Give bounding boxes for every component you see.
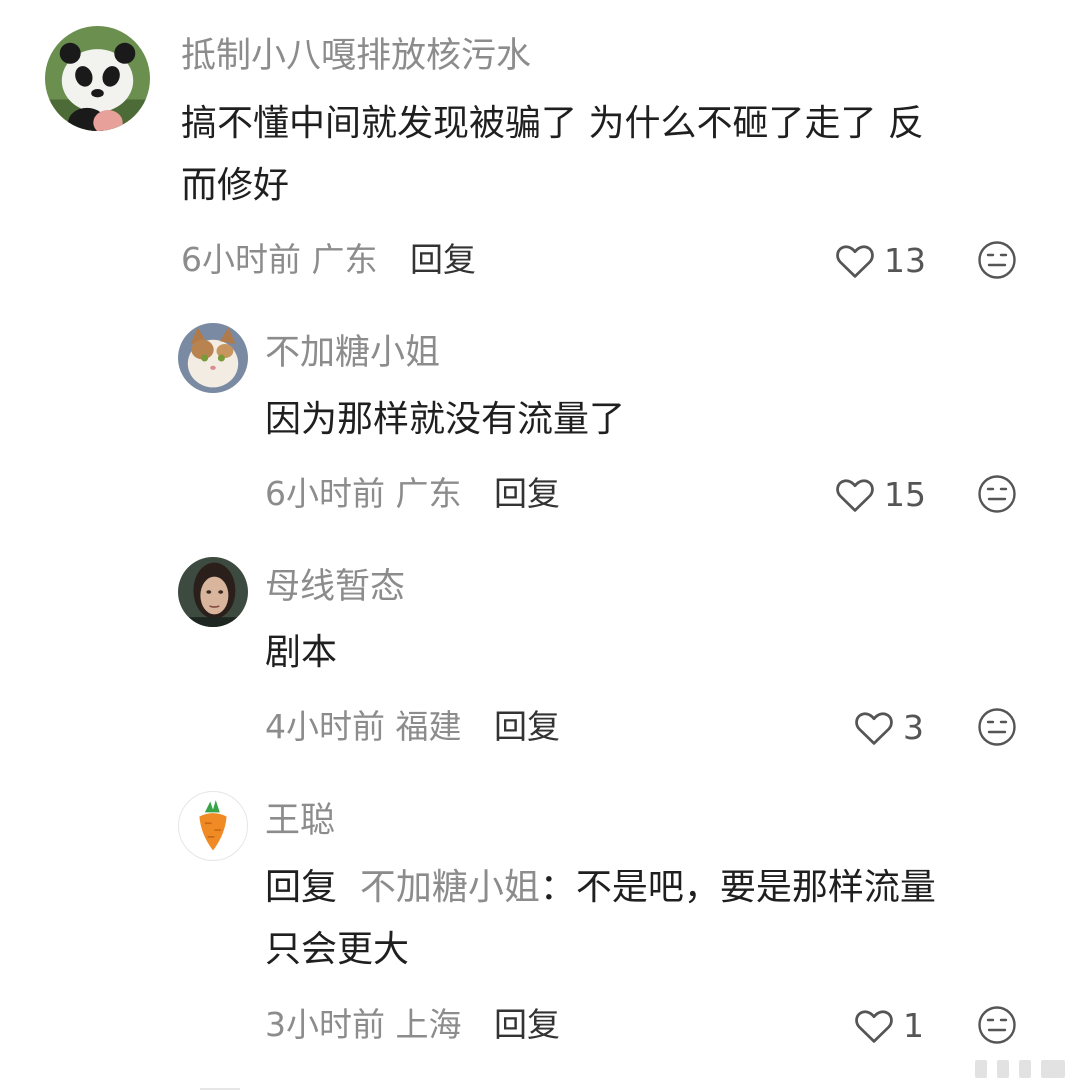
neutral-face-icon <box>978 1006 1016 1044</box>
like-count: 15 <box>884 474 926 514</box>
dislike-button[interactable] <box>977 1005 1017 1045</box>
comment-text-line: 而修好 <box>181 165 290 206</box>
comment-text-fragment: ：不是吧，要是那样流量 <box>539 867 936 908</box>
comment-text: 回复 不加糖小姐：不是吧，要是那样流量 只会更大 <box>265 857 1045 981</box>
comment-text-line: 只会更大 <box>265 929 410 970</box>
like-count: 3 <box>903 707 924 747</box>
dislike-button[interactable] <box>977 240 1017 280</box>
reply-button[interactable]: 回复 <box>494 707 560 746</box>
username[interactable]: 王聪 <box>265 801 335 841</box>
heart-outline-icon <box>855 712 893 745</box>
carrot-avatar-icon[interactable] <box>178 791 248 861</box>
dislike-button[interactable] <box>977 707 1017 747</box>
timestamp: 6小时前 <box>265 474 385 513</box>
like-button[interactable]: 1 <box>853 1005 924 1045</box>
comment-text-line: 剧本 <box>265 632 338 673</box>
neutral-face-icon <box>978 241 1016 279</box>
reply-button[interactable]: 回复 <box>494 1005 560 1044</box>
timestamp: 3小时前 <box>265 1005 385 1044</box>
panda-avatar-icon[interactable] <box>45 26 150 131</box>
like-button[interactable]: 13 <box>834 240 926 280</box>
location: 上海 <box>395 1005 462 1044</box>
like-count: 13 <box>884 240 926 280</box>
location: 福建 <box>395 707 462 746</box>
reply-button[interactable]: 回复 <box>494 474 560 513</box>
reply-target-username[interactable]: 不加糖小姐 <box>360 867 540 908</box>
neutral-face-icon <box>978 708 1016 746</box>
location: 广东 <box>311 240 378 279</box>
reply-prefix: 回复 <box>265 867 338 908</box>
reply-button[interactable]: 回复 <box>410 240 476 279</box>
timestamp: 4小时前 <box>265 707 385 746</box>
comment-text-line: 搞不懂中间就发现被骗了 为什么不砸了走了 反 <box>181 103 924 144</box>
timestamp: 6小时前 <box>181 240 301 279</box>
like-count: 1 <box>903 1005 924 1045</box>
cat-avatar-icon[interactable] <box>178 323 248 393</box>
comment-meta: 6小时前 广东 回复 <box>181 240 476 280</box>
heart-outline-icon <box>855 1010 893 1043</box>
username[interactable]: 抵制小八嘎排放核污水 <box>181 36 531 76</box>
weibo-watermark <box>969 1052 1074 1086</box>
comment-text: 搞不懂中间就发现被骗了 为什么不砸了走了 反 而修好 <box>181 93 1041 217</box>
username[interactable]: 不加糖小姐 <box>265 333 440 373</box>
username[interactable]: 母线暂态 <box>265 567 405 607</box>
comment-text-line: 因为那样就没有流量了 <box>265 399 626 440</box>
comment-text: 因为那样就没有流量了 <box>265 389 1025 451</box>
heart-outline-icon <box>836 479 874 512</box>
comment-text: 剧本 <box>265 622 1025 684</box>
comment-meta: 3小时前 上海 回复 <box>265 1005 560 1045</box>
like-button[interactable]: 15 <box>834 474 926 514</box>
comment-text-line: 回复 不加糖小姐：不是吧，要是那样流量 <box>265 857 1045 919</box>
like-button[interactable]: 3 <box>853 707 924 747</box>
comment-meta: 6小时前 广东 回复 <box>265 474 560 514</box>
portrait-avatar-icon[interactable] <box>178 557 248 627</box>
comment-meta: 4小时前 福建 回复 <box>265 707 560 747</box>
heart-outline-icon <box>836 245 874 278</box>
dislike-button[interactable] <box>977 474 1017 514</box>
location: 广东 <box>395 474 462 513</box>
neutral-face-icon <box>978 475 1016 513</box>
